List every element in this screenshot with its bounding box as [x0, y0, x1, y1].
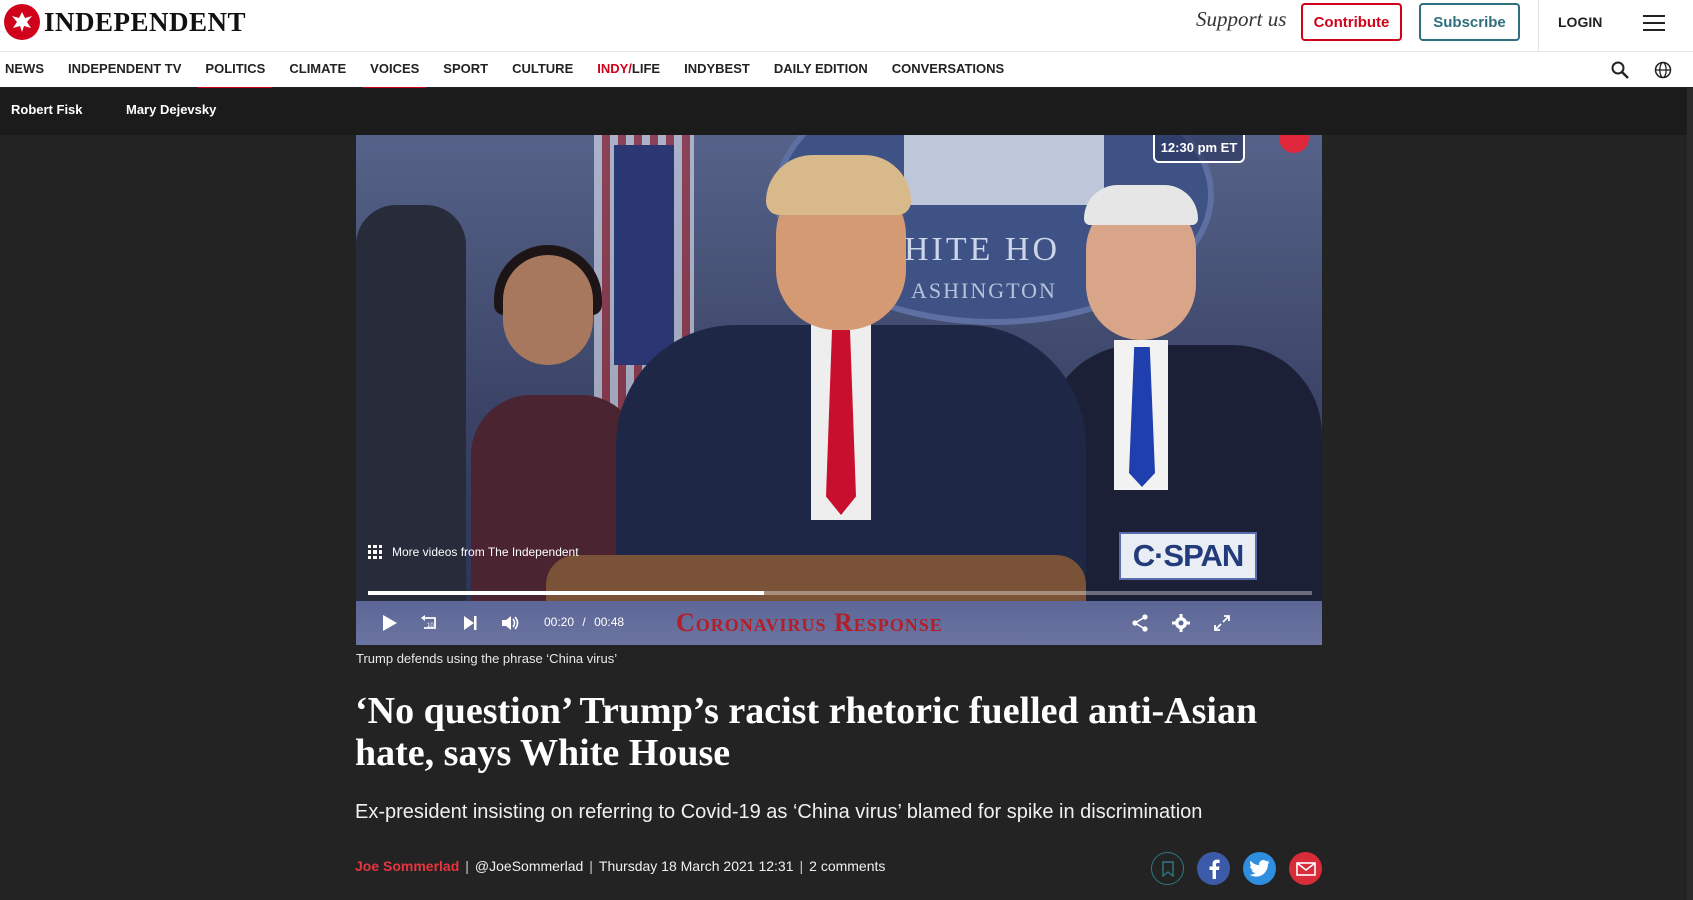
bookmark-icon	[1161, 860, 1174, 877]
nav-item-indy-life[interactable]: INDY/LIFE	[597, 52, 660, 88]
video-progress-fill	[368, 591, 765, 595]
coronavirus-banner: Coronavirus Response	[676, 608, 943, 637]
subnav-item-robert-fisk[interactable]: Robert Fisk	[11, 102, 83, 117]
contribute-button[interactable]: Contribute	[1301, 3, 1402, 41]
site-header: INDEPENDENT Support us Contribute Subscr…	[0, 0, 1693, 51]
header-divider	[1538, 0, 1539, 51]
person-woman-head	[503, 255, 593, 365]
fullscreen-icon[interactable]	[1211, 612, 1233, 634]
subnav-item-mary-dejevsky[interactable]: Mary Dejevsky	[126, 102, 216, 117]
main-nav: NEWS INDEPENDENT TV POLITICS CLIMATE VOI…	[0, 51, 1693, 89]
share-icon[interactable]	[1129, 612, 1151, 634]
svg-text:10: 10	[427, 623, 434, 629]
person-center-hair	[766, 155, 911, 215]
volume-icon[interactable]	[499, 612, 521, 634]
skip-next-icon[interactable]	[459, 612, 481, 634]
us-flag-stars	[614, 145, 674, 365]
video-player[interactable]: HITE HO ASHINGTON 12:30 pm ET C·SPAN Mor…	[356, 135, 1322, 645]
live-time-badge: 12:30 pm ET	[1153, 135, 1245, 163]
facebook-share-button[interactable]	[1197, 852, 1230, 885]
nav-item-daily-edition[interactable]: DAILY EDITION	[774, 52, 868, 88]
nav-item-indybest[interactable]: INDYBEST	[684, 52, 750, 88]
nav-item-sport[interactable]: SPORT	[443, 52, 488, 88]
bookmark-button[interactable]	[1151, 852, 1184, 885]
cspan-logo: C·SPAN	[1119, 532, 1257, 580]
site-logo[interactable]: INDEPENDENT	[4, 4, 246, 40]
settings-icon[interactable]	[1170, 612, 1192, 634]
video-controls: 10 00:20 / 00:48 Coronavirus Response	[356, 601, 1322, 645]
video-caption: Trump defends using the phrase ‘China vi…	[356, 651, 618, 666]
email-share-button[interactable]	[1289, 852, 1322, 885]
eagle-logo-icon	[4, 4, 40, 40]
video-duration: 00:48	[594, 615, 625, 629]
nav-item-conversations[interactable]: CONVERSATIONS	[892, 52, 1004, 88]
grid-icon	[368, 545, 382, 559]
seal-text-bottom: ASHINGTON	[911, 278, 1057, 303]
article-headline: ‘No question’ Trump’s racist rhetoric fu…	[355, 690, 1258, 774]
person-left-edge	[356, 205, 466, 645]
person-right-hair	[1084, 185, 1198, 225]
facebook-icon	[1209, 859, 1220, 879]
support-us-text: Support us	[1196, 7, 1287, 31]
search-icon[interactable]	[1611, 61, 1629, 79]
article-date: Thursday 18 March 2021 12:31	[598, 858, 794, 874]
menu-icon[interactable]	[1643, 15, 1665, 31]
author-link[interactable]: Joe Sommerlad	[355, 858, 459, 874]
video-progress-bar[interactable]	[368, 591, 1312, 595]
video-time: 00:20 / 00:48	[544, 615, 624, 629]
play-icon[interactable]	[378, 612, 400, 634]
nav-item-life-suffix: LIFE	[631, 61, 661, 76]
rewind-10-icon[interactable]: 10	[418, 612, 440, 634]
twitter-share-button[interactable]	[1243, 852, 1276, 885]
nav-item-voices[interactable]: VOICES	[363, 52, 427, 89]
email-icon	[1295, 861, 1316, 876]
byline-separator: |	[589, 858, 593, 874]
video-time-separator: /	[582, 615, 586, 629]
nav-item-climate[interactable]: CLIMATE	[289, 52, 346, 88]
person-right-body	[1046, 345, 1322, 645]
globe-icon[interactable]	[1654, 61, 1672, 79]
logo-text: INDEPENDENT	[44, 6, 247, 37]
byline-separator: |	[799, 858, 804, 874]
seal-text-top: HITE HO	[904, 231, 1061, 268]
article-byline: Joe Sommerlad | @JoeSommerlad | Thursday…	[355, 858, 885, 874]
login-link[interactable]: LOGIN	[1558, 14, 1602, 30]
video-current-time: 00:20	[544, 615, 575, 629]
nav-item-independent-tv[interactable]: INDEPENDENT TV	[68, 52, 181, 88]
nav-item-culture[interactable]: CULTURE	[512, 52, 573, 88]
subscribe-button[interactable]: Subscribe	[1419, 3, 1520, 41]
twitter-icon	[1249, 860, 1269, 877]
more-videos-label: More videos from The Independent	[392, 545, 579, 559]
more-videos-link[interactable]: More videos from The Independent	[368, 545, 579, 559]
section-subnav: Robert Fisk Mary Dejevsky	[0, 88, 1693, 135]
nav-item-politics[interactable]: POLITICS	[198, 52, 273, 89]
author-handle[interactable]: @JoeSommerlad	[475, 858, 583, 874]
nav-item-news[interactable]: NEWS	[5, 52, 44, 88]
page-scrollbar[interactable]	[1687, 88, 1693, 900]
nav-item-indy-prefix: INDY/	[597, 61, 632, 76]
comments-link[interactable]: 2 comments	[809, 858, 885, 874]
white-house-graphic	[904, 135, 1104, 205]
article-standfirst: Ex-president insisting on referring to C…	[355, 801, 1203, 823]
byline-separator: |	[465, 858, 469, 874]
